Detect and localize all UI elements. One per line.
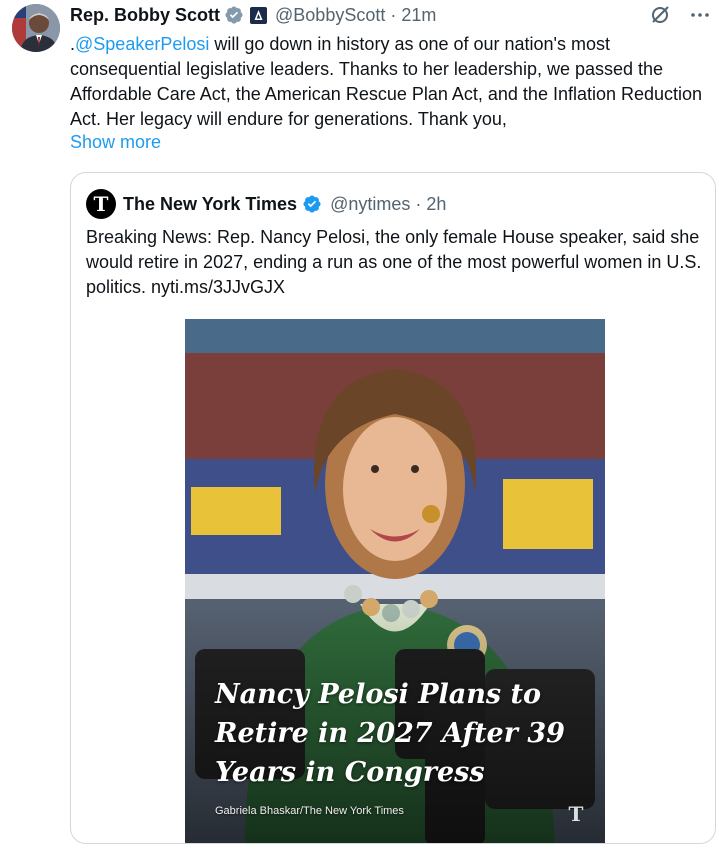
separator-dot: · (390, 4, 397, 25)
verified-badge-icon[interactable] (302, 194, 322, 214)
image-credit: Gabriela Bhaskar/The New York Times (215, 805, 404, 817)
show-more-link[interactable]: Show more (70, 132, 161, 153)
quoted-author-name[interactable]: The New York Times (123, 194, 297, 215)
separator-dot: · (415, 193, 422, 214)
quoted-tweet-image[interactable]: Nancy Pelosi Plans to Retire in 2027 Aft… (185, 319, 605, 843)
quoted-tweet[interactable]: T The New York Times @nytimes · 2h Break… (70, 172, 716, 844)
image-headline: Nancy Pelosi Plans to Retire in 2027 Aft… (215, 679, 565, 788)
quoted-timestamp[interactable]: 2h (426, 194, 446, 215)
nyt-logo-icon[interactable]: T (86, 189, 116, 219)
quoted-author-handle[interactable]: @nytimes (330, 194, 410, 215)
grok-slash-icon[interactable] (649, 4, 671, 26)
author-name[interactable]: Rep. Bobby Scott (70, 5, 220, 26)
author-handle[interactable]: @BobbyScott (275, 5, 385, 26)
quoted-tweet-text: Breaking News: Rep. Nancy Pelosi, the on… (86, 227, 702, 297)
government-label-icon[interactable] (250, 6, 268, 24)
mention-link[interactable]: @SpeakerPelosi (75, 34, 209, 54)
more-icon[interactable] (689, 4, 711, 26)
nyt-watermark-icon: T (568, 802, 584, 826)
tweet[interactable]: Rep. Bobby Scott @BobbyScott · 21m .@Spe… (0, 0, 719, 851)
verified-badge-icon[interactable] (224, 5, 244, 25)
tweet-text: .@SpeakerPelosi will go down in history … (70, 32, 710, 132)
quoted-tweet-header: T The New York Times @nytimes · 2h (86, 189, 446, 219)
timestamp[interactable]: 21m (401, 5, 436, 26)
author-avatar[interactable] (12, 4, 60, 52)
tweet-header: Rep. Bobby Scott @BobbyScott · 21m (70, 2, 436, 28)
tweet-actions-top (649, 4, 711, 26)
